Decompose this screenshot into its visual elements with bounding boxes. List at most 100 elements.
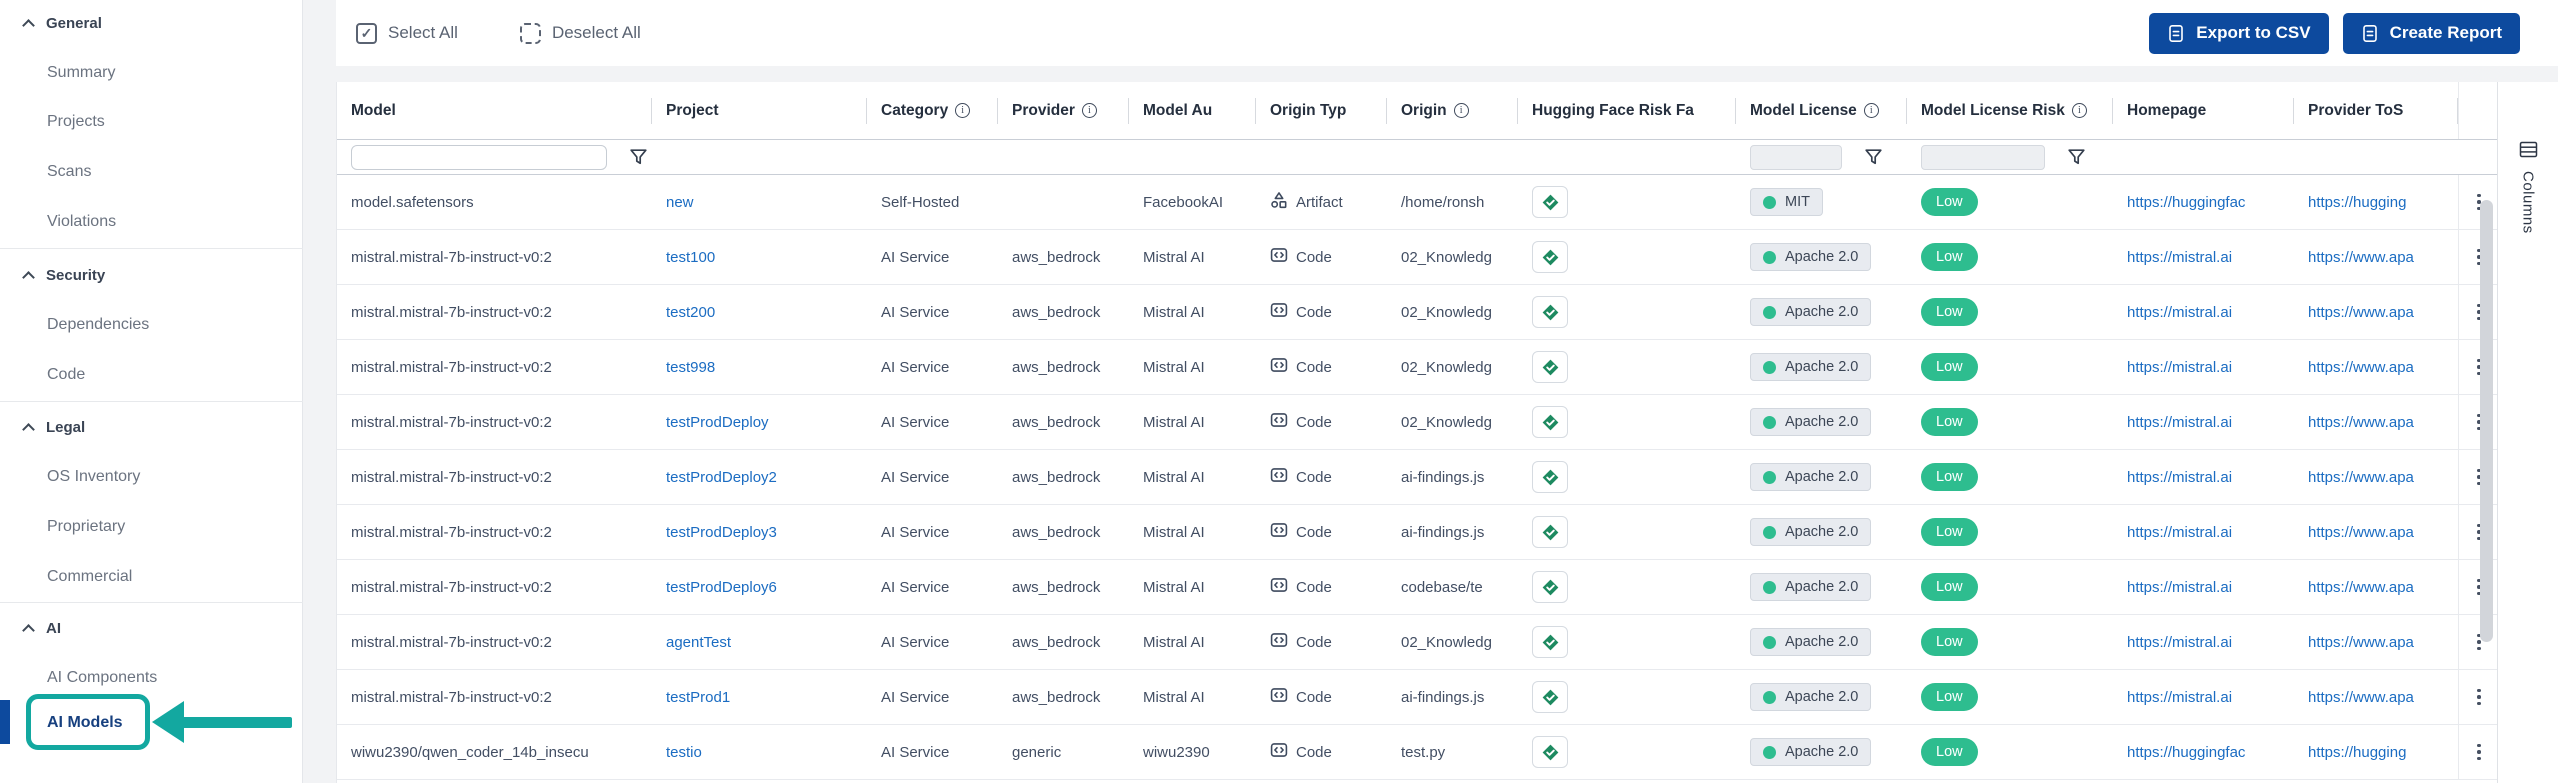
vertical-scrollbar[interactable] bbox=[2480, 200, 2493, 642]
info-icon[interactable]: i bbox=[1081, 103, 1097, 118]
risk-check-button[interactable] bbox=[1532, 186, 1568, 218]
column-header-origin-typ[interactable]: Origin Typ bbox=[1256, 82, 1387, 139]
homepage-cell: https://mistral.ai bbox=[2113, 450, 2294, 504]
column-header-origin[interactable]: Origin i bbox=[1387, 82, 1518, 139]
homepage-link[interactable]: https://mistral.ai bbox=[2127, 634, 2232, 651]
provider-tos-link[interactable]: https://www.apa bbox=[2308, 579, 2414, 596]
sidebar-group-ai[interactable]: AI bbox=[0, 611, 303, 645]
risk-check-button[interactable] bbox=[1532, 296, 1568, 328]
sidebar-group-security[interactable]: Security bbox=[0, 258, 303, 292]
risk-check-button[interactable] bbox=[1532, 461, 1568, 493]
sidebar-item-os-inventory[interactable]: OS Inventory bbox=[0, 460, 303, 494]
provider-tos-link[interactable]: https://hugging bbox=[2308, 744, 2406, 761]
provider-tos-link[interactable]: https://www.apa bbox=[2308, 359, 2414, 376]
homepage-link[interactable]: https://mistral.ai bbox=[2127, 524, 2232, 541]
homepage-link[interactable]: https://mistral.ai bbox=[2127, 414, 2232, 431]
deselect-all-button[interactable]: Deselect All bbox=[519, 22, 641, 44]
provider-tos-cell: https://www.apa bbox=[2294, 285, 2458, 339]
project-link[interactable]: testProd1 bbox=[666, 689, 730, 706]
column-header-hugging-face-risk-fa[interactable]: Hugging Face Risk Fa bbox=[1518, 82, 1736, 139]
column-header-project[interactable]: Project bbox=[652, 82, 867, 139]
column-header-provider-tos[interactable]: Provider ToS bbox=[2294, 82, 2458, 139]
sidebar-group-legal[interactable]: Legal bbox=[0, 410, 303, 444]
risk-check-button[interactable] bbox=[1532, 626, 1568, 658]
sidebar-item-summary[interactable]: Summary bbox=[0, 56, 303, 90]
kebab-menu-icon[interactable] bbox=[2477, 743, 2481, 761]
filter-funnel-icon[interactable] bbox=[1864, 148, 1883, 166]
project-link[interactable]: testProdDeploy bbox=[666, 414, 769, 431]
model-license-risk-cell: Low bbox=[1907, 450, 2113, 504]
info-icon[interactable]: i bbox=[2071, 103, 2087, 118]
project-link[interactable]: test200 bbox=[666, 304, 715, 321]
info-icon[interactable]: i bbox=[1863, 103, 1879, 118]
sidebar-item-projects[interactable]: Projects bbox=[0, 105, 303, 139]
provider-tos-link[interactable]: https://www.apa bbox=[2308, 304, 2414, 321]
homepage-link[interactable]: https://mistral.ai bbox=[2127, 304, 2232, 321]
risk-check-button[interactable] bbox=[1532, 736, 1568, 768]
project-link[interactable]: test998 bbox=[666, 359, 715, 376]
column-header-model-au[interactable]: Model Au bbox=[1129, 82, 1256, 139]
sidebar-item-dependencies[interactable]: Dependencies bbox=[0, 308, 303, 342]
sidebar-item-code[interactable]: Code bbox=[0, 358, 303, 392]
info-icon[interactable]: i bbox=[955, 103, 971, 118]
provider-tos-link[interactable]: https://www.apa bbox=[2308, 469, 2414, 486]
provider-tos-link[interactable]: https://www.apa bbox=[2308, 414, 2414, 431]
homepage-link[interactable]: https://huggingfac bbox=[2127, 194, 2245, 211]
project-link[interactable]: testio bbox=[666, 744, 702, 761]
code-icon bbox=[1270, 521, 1288, 543]
provider-value: aws_bedrock bbox=[1012, 578, 1101, 596]
column-header-model[interactable]: Model bbox=[337, 82, 652, 139]
column-header-homepage[interactable]: Homepage bbox=[2113, 82, 2294, 139]
homepage-link[interactable]: https://mistral.ai bbox=[2127, 469, 2232, 486]
select-all-button[interactable]: ✓ Select All bbox=[356, 22, 458, 44]
homepage-link[interactable]: https://mistral.ai bbox=[2127, 249, 2232, 266]
sidebar-item-ai-components[interactable]: AI Components bbox=[0, 661, 303, 695]
columns-tab[interactable]: Columns bbox=[2498, 82, 2558, 234]
homepage-link[interactable]: https://mistral.ai bbox=[2127, 359, 2232, 376]
provider-tos-link[interactable]: https://www.apa bbox=[2308, 634, 2414, 651]
project-link[interactable]: test100 bbox=[666, 249, 715, 266]
project-link[interactable]: agentTest bbox=[666, 634, 731, 651]
provider-cell: aws_bedrock bbox=[998, 395, 1129, 449]
project-link[interactable]: testProdDeploy2 bbox=[666, 469, 777, 486]
risk-check-button[interactable] bbox=[1532, 351, 1568, 383]
provider-tos-link[interactable]: https://www.apa bbox=[2308, 524, 2414, 541]
column-header-category[interactable]: Category i bbox=[867, 82, 998, 139]
homepage-link[interactable]: https://mistral.ai bbox=[2127, 579, 2232, 596]
homepage-link[interactable]: https://mistral.ai bbox=[2127, 689, 2232, 706]
sidebar-group-general[interactable]: General bbox=[0, 6, 303, 40]
sidebar-item-ai-models[interactable]: AI Models bbox=[0, 706, 303, 740]
info-icon[interactable]: i bbox=[1453, 103, 1469, 118]
sidebar-item-commercial[interactable]: Commercial bbox=[0, 560, 303, 594]
column-header-model-license[interactable]: Model License i bbox=[1736, 82, 1907, 139]
column-header-provider[interactable]: Provider i bbox=[998, 82, 1129, 139]
model-name-cell: mistral.mistral-7b-instruct-v0:2 bbox=[337, 230, 652, 284]
risk-check-button[interactable] bbox=[1532, 571, 1568, 603]
project-link[interactable]: testProdDeploy3 bbox=[666, 524, 777, 541]
kebab-menu-icon[interactable] bbox=[2477, 688, 2481, 706]
sidebar-item-violations[interactable]: Violations bbox=[0, 205, 303, 239]
risk-check-button[interactable] bbox=[1532, 516, 1568, 548]
model-filter-input[interactable] bbox=[351, 144, 607, 170]
risk-check-button[interactable] bbox=[1532, 681, 1568, 713]
column-header-actions[interactable] bbox=[2458, 82, 2499, 139]
create-report-button[interactable]: Create Report bbox=[2342, 12, 2520, 54]
sidebar-item-scans[interactable]: Scans bbox=[0, 155, 303, 189]
row-actions-cell[interactable] bbox=[2458, 725, 2499, 779]
provider-tos-link[interactable]: https://hugging bbox=[2308, 194, 2406, 211]
project-link[interactable]: testProdDeploy6 bbox=[666, 579, 777, 596]
project-link[interactable]: new bbox=[666, 194, 694, 211]
export-csv-button[interactable]: Export to CSV bbox=[2149, 12, 2329, 54]
license-filter-input[interactable] bbox=[1750, 144, 1842, 170]
provider-tos-link[interactable]: https://www.apa bbox=[2308, 249, 2414, 266]
filter-funnel-icon[interactable] bbox=[629, 148, 648, 166]
sidebar-item-proprietary[interactable]: Proprietary bbox=[0, 510, 303, 544]
provider-tos-link[interactable]: https://www.apa bbox=[2308, 689, 2414, 706]
risk-check-button[interactable] bbox=[1532, 406, 1568, 438]
homepage-link[interactable]: https://huggingfac bbox=[2127, 744, 2245, 761]
license-risk-filter-input[interactable] bbox=[1921, 144, 2045, 170]
filter-funnel-icon[interactable] bbox=[2067, 148, 2086, 166]
risk-check-button[interactable] bbox=[1532, 241, 1568, 273]
column-header-model-license-risk[interactable]: Model License Risk i bbox=[1907, 82, 2113, 139]
row-actions-cell[interactable] bbox=[2458, 670, 2499, 724]
